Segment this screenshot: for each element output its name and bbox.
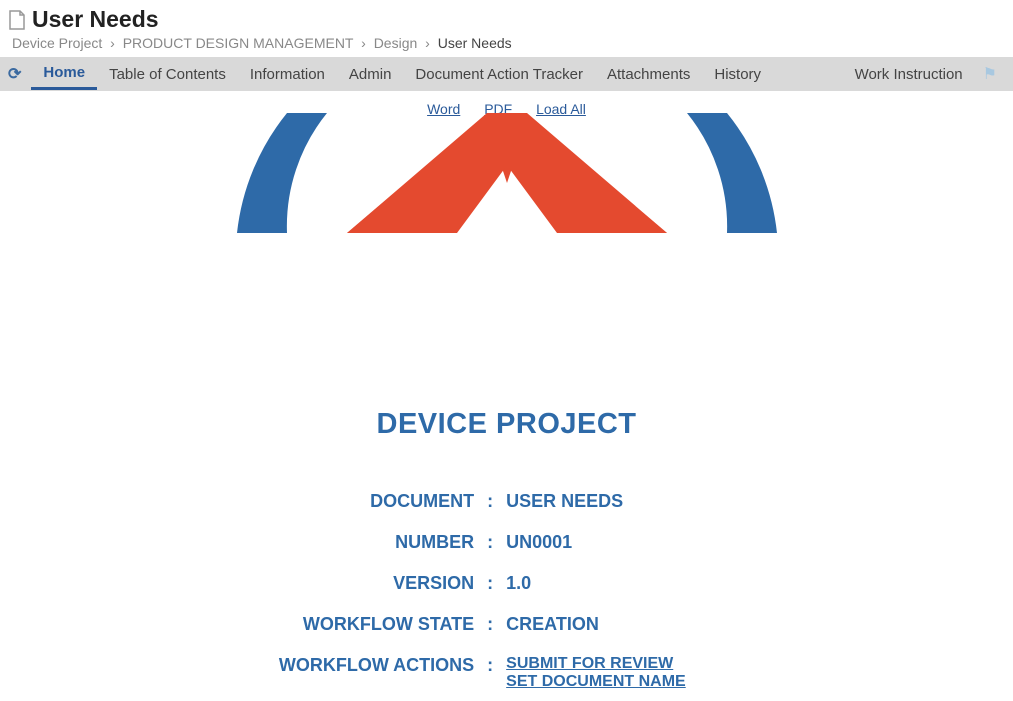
value-version: 1.0 <box>500 563 740 604</box>
bookmark-icon[interactable]: ⚑ <box>975 64 1005 84</box>
breadcrumb-current: User Needs <box>438 35 512 51</box>
table-row: WORKFLOW ACTIONS : SUBMIT FOR REVIEW SET… <box>273 645 740 701</box>
action-submit-review[interactable]: SUBMIT FOR REVIEW <box>506 655 734 673</box>
tab-home[interactable]: Home <box>31 58 97 90</box>
table-row: VERSION : 1.0 <box>273 563 740 604</box>
tab-information[interactable]: Information <box>238 60 337 89</box>
document-icon <box>8 10 26 30</box>
brand-logo <box>0 113 1013 238</box>
project-title: DEVICE PROJECT <box>0 408 1013 441</box>
tab-work-instruction[interactable]: Work Instruction <box>843 60 975 89</box>
page-title: User Needs <box>32 6 159 33</box>
label-document: DOCUMENT <box>273 481 480 522</box>
tab-admin[interactable]: Admin <box>337 60 404 89</box>
breadcrumb-item[interactable]: Design <box>374 35 418 51</box>
value-document: USER NEEDS <box>500 481 740 522</box>
table-row: NUMBER : UN0001 <box>273 522 740 563</box>
value-number: UN0001 <box>500 522 740 563</box>
table-row: WORKFLOW STATE : CREATION <box>273 604 740 645</box>
breadcrumb-item[interactable]: PRODUCT DESIGN MANAGEMENT <box>123 35 354 51</box>
refresh-icon[interactable]: ⟳ <box>8 64 21 84</box>
label-actions: WORKFLOW ACTIONS <box>273 645 480 701</box>
tab-history[interactable]: History <box>702 60 773 89</box>
breadcrumb: Device Project › PRODUCT DESIGN MANAGEME… <box>8 33 1005 55</box>
label-number: NUMBER <box>273 522 480 563</box>
label-version: VERSION <box>273 563 480 604</box>
label-state: WORKFLOW STATE <box>273 604 480 645</box>
table-row: DOCUMENT : USER NEEDS <box>273 481 740 522</box>
tab-bar: ⟳ Home Table of Contents Information Adm… <box>0 57 1013 91</box>
action-set-document-name[interactable]: SET DOCUMENT NAME <box>506 673 734 691</box>
value-state: CREATION <box>500 604 740 645</box>
document-info-table: DOCUMENT : USER NEEDS NUMBER : UN0001 VE… <box>273 481 740 701</box>
breadcrumb-item[interactable]: Device Project <box>12 35 102 51</box>
tab-toc[interactable]: Table of Contents <box>97 60 238 89</box>
tab-attachments[interactable]: Attachments <box>595 60 702 89</box>
tab-action-tracker[interactable]: Document Action Tracker <box>403 60 595 89</box>
